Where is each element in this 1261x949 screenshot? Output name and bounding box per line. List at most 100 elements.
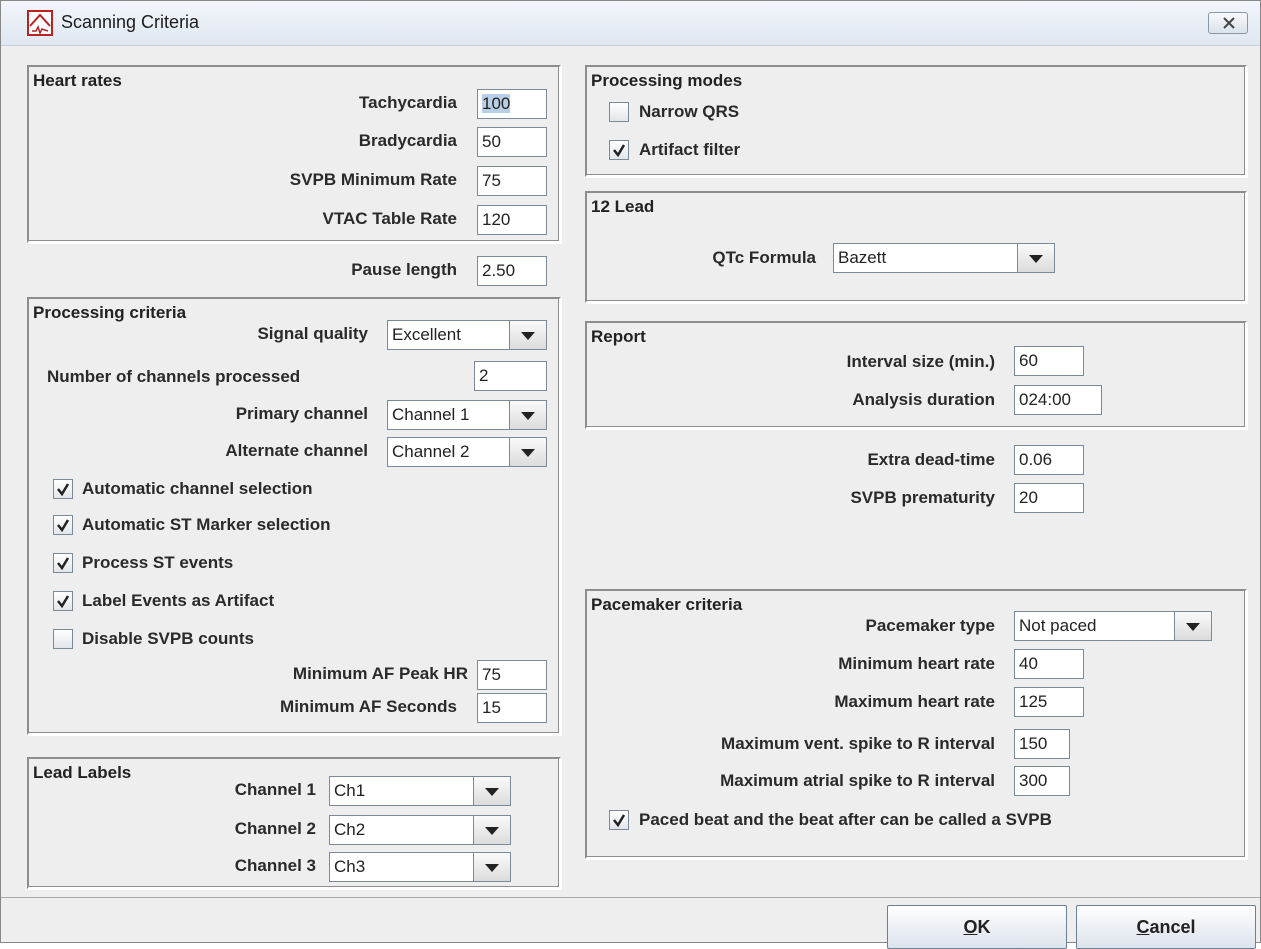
min-af-seconds-field[interactable]: 15 bbox=[477, 693, 547, 723]
report-panel: Report bbox=[585, 321, 1247, 429]
pacemaker-type-select[interactable]: Not paced bbox=[1014, 611, 1212, 641]
chevron-down-icon bbox=[521, 332, 535, 340]
alternate-channel-select[interactable]: Channel 2 bbox=[387, 437, 547, 467]
channels-processed-label: Number of channels processed bbox=[47, 367, 301, 386]
interval-size-field[interactable]: 60 bbox=[1014, 346, 1084, 376]
check-icon bbox=[57, 519, 70, 532]
check-icon bbox=[613, 814, 626, 827]
analysis-duration-field[interactable]: 024:00 bbox=[1014, 385, 1102, 415]
primary-channel-dropdown-button[interactable] bbox=[509, 401, 546, 429]
vent-spike-field[interactable]: 150 bbox=[1014, 729, 1070, 759]
artifact-filter-label[interactable]: Artifact filter bbox=[639, 140, 740, 160]
alternate-channel-label: Alternate channel bbox=[225, 441, 368, 460]
chevron-down-icon bbox=[521, 412, 535, 420]
channel-2-select[interactable]: Ch2 bbox=[329, 815, 511, 845]
automatic-channel-selection-checkbox[interactable] bbox=[53, 479, 73, 499]
narrow-qrs-label[interactable]: Narrow QRS bbox=[639, 102, 739, 122]
channel-3-dropdown-button[interactable] bbox=[473, 853, 510, 881]
svpb-min-rate-field[interactable]: 75 bbox=[477, 166, 547, 196]
vtac-table-rate-field[interactable]: 120 bbox=[477, 205, 547, 235]
vtac-table-rate-label: VTAC Table Rate bbox=[322, 209, 457, 228]
primary-channel-select[interactable]: Channel 1 bbox=[387, 400, 547, 430]
ok-mnemonic: O bbox=[963, 917, 978, 937]
automatic-channel-selection-label[interactable]: Automatic channel selection bbox=[82, 479, 313, 499]
extra-dead-time-label: Extra dead-time bbox=[867, 450, 995, 469]
channel-2-label: Channel 2 bbox=[234, 819, 316, 838]
signal-quality-dropdown-button[interactable] bbox=[509, 321, 546, 349]
process-st-events-label[interactable]: Process ST events bbox=[82, 553, 233, 573]
narrow-qrs-checkbox[interactable] bbox=[609, 102, 629, 122]
artifact-filter-checkbox[interactable] bbox=[609, 140, 629, 160]
channel-3-label: Channel 3 bbox=[234, 856, 316, 875]
processing-modes-title: Processing modes bbox=[591, 71, 743, 90]
window-title: Scanning Criteria bbox=[61, 12, 200, 32]
lead-labels-title: Lead Labels bbox=[33, 763, 132, 782]
ok-label-rest: K bbox=[977, 917, 991, 937]
channel-1-dropdown-button[interactable] bbox=[473, 777, 510, 805]
pause-length-label: Pause length bbox=[351, 260, 457, 279]
qtc-formula-select[interactable]: Bazett bbox=[833, 243, 1055, 273]
tachycardia-field[interactable]: 100 bbox=[477, 89, 547, 119]
twelve-lead-title: 12 Lead bbox=[591, 197, 655, 216]
atrial-spike-field[interactable]: 300 bbox=[1014, 766, 1070, 796]
check-icon bbox=[57, 557, 70, 570]
channel-1-value: Ch1 bbox=[334, 781, 366, 800]
processing-criteria-title: Processing criteria bbox=[33, 303, 187, 322]
report-title: Report bbox=[591, 327, 646, 346]
signal-quality-select[interactable]: Excellent bbox=[387, 320, 547, 350]
bradycardia-label: Bradycardia bbox=[358, 131, 457, 150]
svpb-prematurity-field[interactable]: 20 bbox=[1014, 483, 1084, 513]
chevron-down-icon bbox=[485, 788, 499, 796]
svpb-min-rate-label: SVPB Minimum Rate bbox=[289, 170, 457, 189]
channel-3-select[interactable]: Ch3 bbox=[329, 852, 511, 882]
channel-2-dropdown-button[interactable] bbox=[473, 816, 510, 844]
process-st-events-checkbox[interactable] bbox=[53, 553, 73, 573]
min-heart-rate-label: Minimum heart rate bbox=[838, 654, 995, 673]
min-af-peak-hr-field[interactable]: 75 bbox=[477, 660, 547, 690]
bradycardia-field[interactable]: 50 bbox=[477, 127, 547, 157]
automatic-st-marker-checkbox[interactable] bbox=[53, 515, 73, 535]
cancel-button[interactable]: Cancel bbox=[1076, 905, 1256, 949]
signal-quality-label: Signal quality bbox=[257, 324, 368, 343]
alternate-channel-dropdown-button[interactable] bbox=[509, 438, 546, 466]
alternate-channel-value: Channel 2 bbox=[392, 442, 470, 461]
ok-button[interactable]: OK bbox=[887, 905, 1067, 949]
disable-svpb-counts-label[interactable]: Disable SVPB counts bbox=[82, 629, 254, 649]
analysis-duration-label: Analysis duration bbox=[852, 390, 995, 409]
qtc-formula-dropdown-button[interactable] bbox=[1017, 244, 1054, 272]
pause-length-field[interactable]: 2.50 bbox=[477, 256, 547, 286]
channel-1-label: Channel 1 bbox=[234, 780, 316, 799]
paced-beat-svpb-label[interactable]: Paced beat and the beat after can be cal… bbox=[639, 810, 1052, 830]
min-af-seconds-label: Minimum AF Seconds bbox=[280, 697, 457, 716]
vent-spike-label: Maximum vent. spike to R interval bbox=[721, 734, 995, 753]
close-button[interactable] bbox=[1208, 12, 1248, 34]
label-events-artifact-checkbox[interactable] bbox=[53, 591, 73, 611]
atrial-spike-label: Maximum atrial spike to R interval bbox=[720, 771, 995, 790]
check-icon bbox=[613, 144, 626, 157]
disable-svpb-counts-checkbox[interactable] bbox=[53, 629, 73, 649]
channels-processed-field[interactable]: 2 bbox=[474, 361, 547, 391]
interval-size-label: Interval size (min.) bbox=[846, 352, 995, 371]
check-icon bbox=[57, 483, 70, 496]
chevron-down-icon bbox=[521, 449, 535, 457]
label-events-artifact-label[interactable]: Label Events as Artifact bbox=[82, 591, 274, 611]
chevron-down-icon bbox=[485, 864, 499, 872]
svpb-prematurity-label: SVPB prematurity bbox=[850, 488, 995, 507]
pacemaker-type-dropdown-button[interactable] bbox=[1174, 612, 1211, 640]
channel-3-value: Ch3 bbox=[334, 857, 366, 876]
button-bar-divider bbox=[1, 897, 1260, 898]
title-bar[interactable]: Scanning Criteria bbox=[1, 1, 1260, 46]
automatic-st-marker-label[interactable]: Automatic ST Marker selection bbox=[82, 515, 330, 535]
cancel-label-rest: ancel bbox=[1149, 917, 1196, 937]
app-icon bbox=[27, 10, 53, 36]
channel-2-value: Ch2 bbox=[334, 820, 366, 839]
channel-1-select[interactable]: Ch1 bbox=[329, 776, 511, 806]
scanning-criteria-dialog: Scanning Criteria Heart rates Tachycardi… bbox=[0, 0, 1261, 949]
extra-dead-time-field[interactable]: 0.06 bbox=[1014, 445, 1084, 475]
paced-beat-svpb-checkbox[interactable] bbox=[609, 810, 629, 830]
max-heart-rate-field[interactable]: 125 bbox=[1014, 687, 1084, 717]
chevron-down-icon bbox=[485, 827, 499, 835]
qtc-formula-label: QTc Formula bbox=[712, 248, 816, 267]
qtc-formula-value: Bazett bbox=[838, 248, 887, 267]
min-heart-rate-field[interactable]: 40 bbox=[1014, 649, 1084, 679]
